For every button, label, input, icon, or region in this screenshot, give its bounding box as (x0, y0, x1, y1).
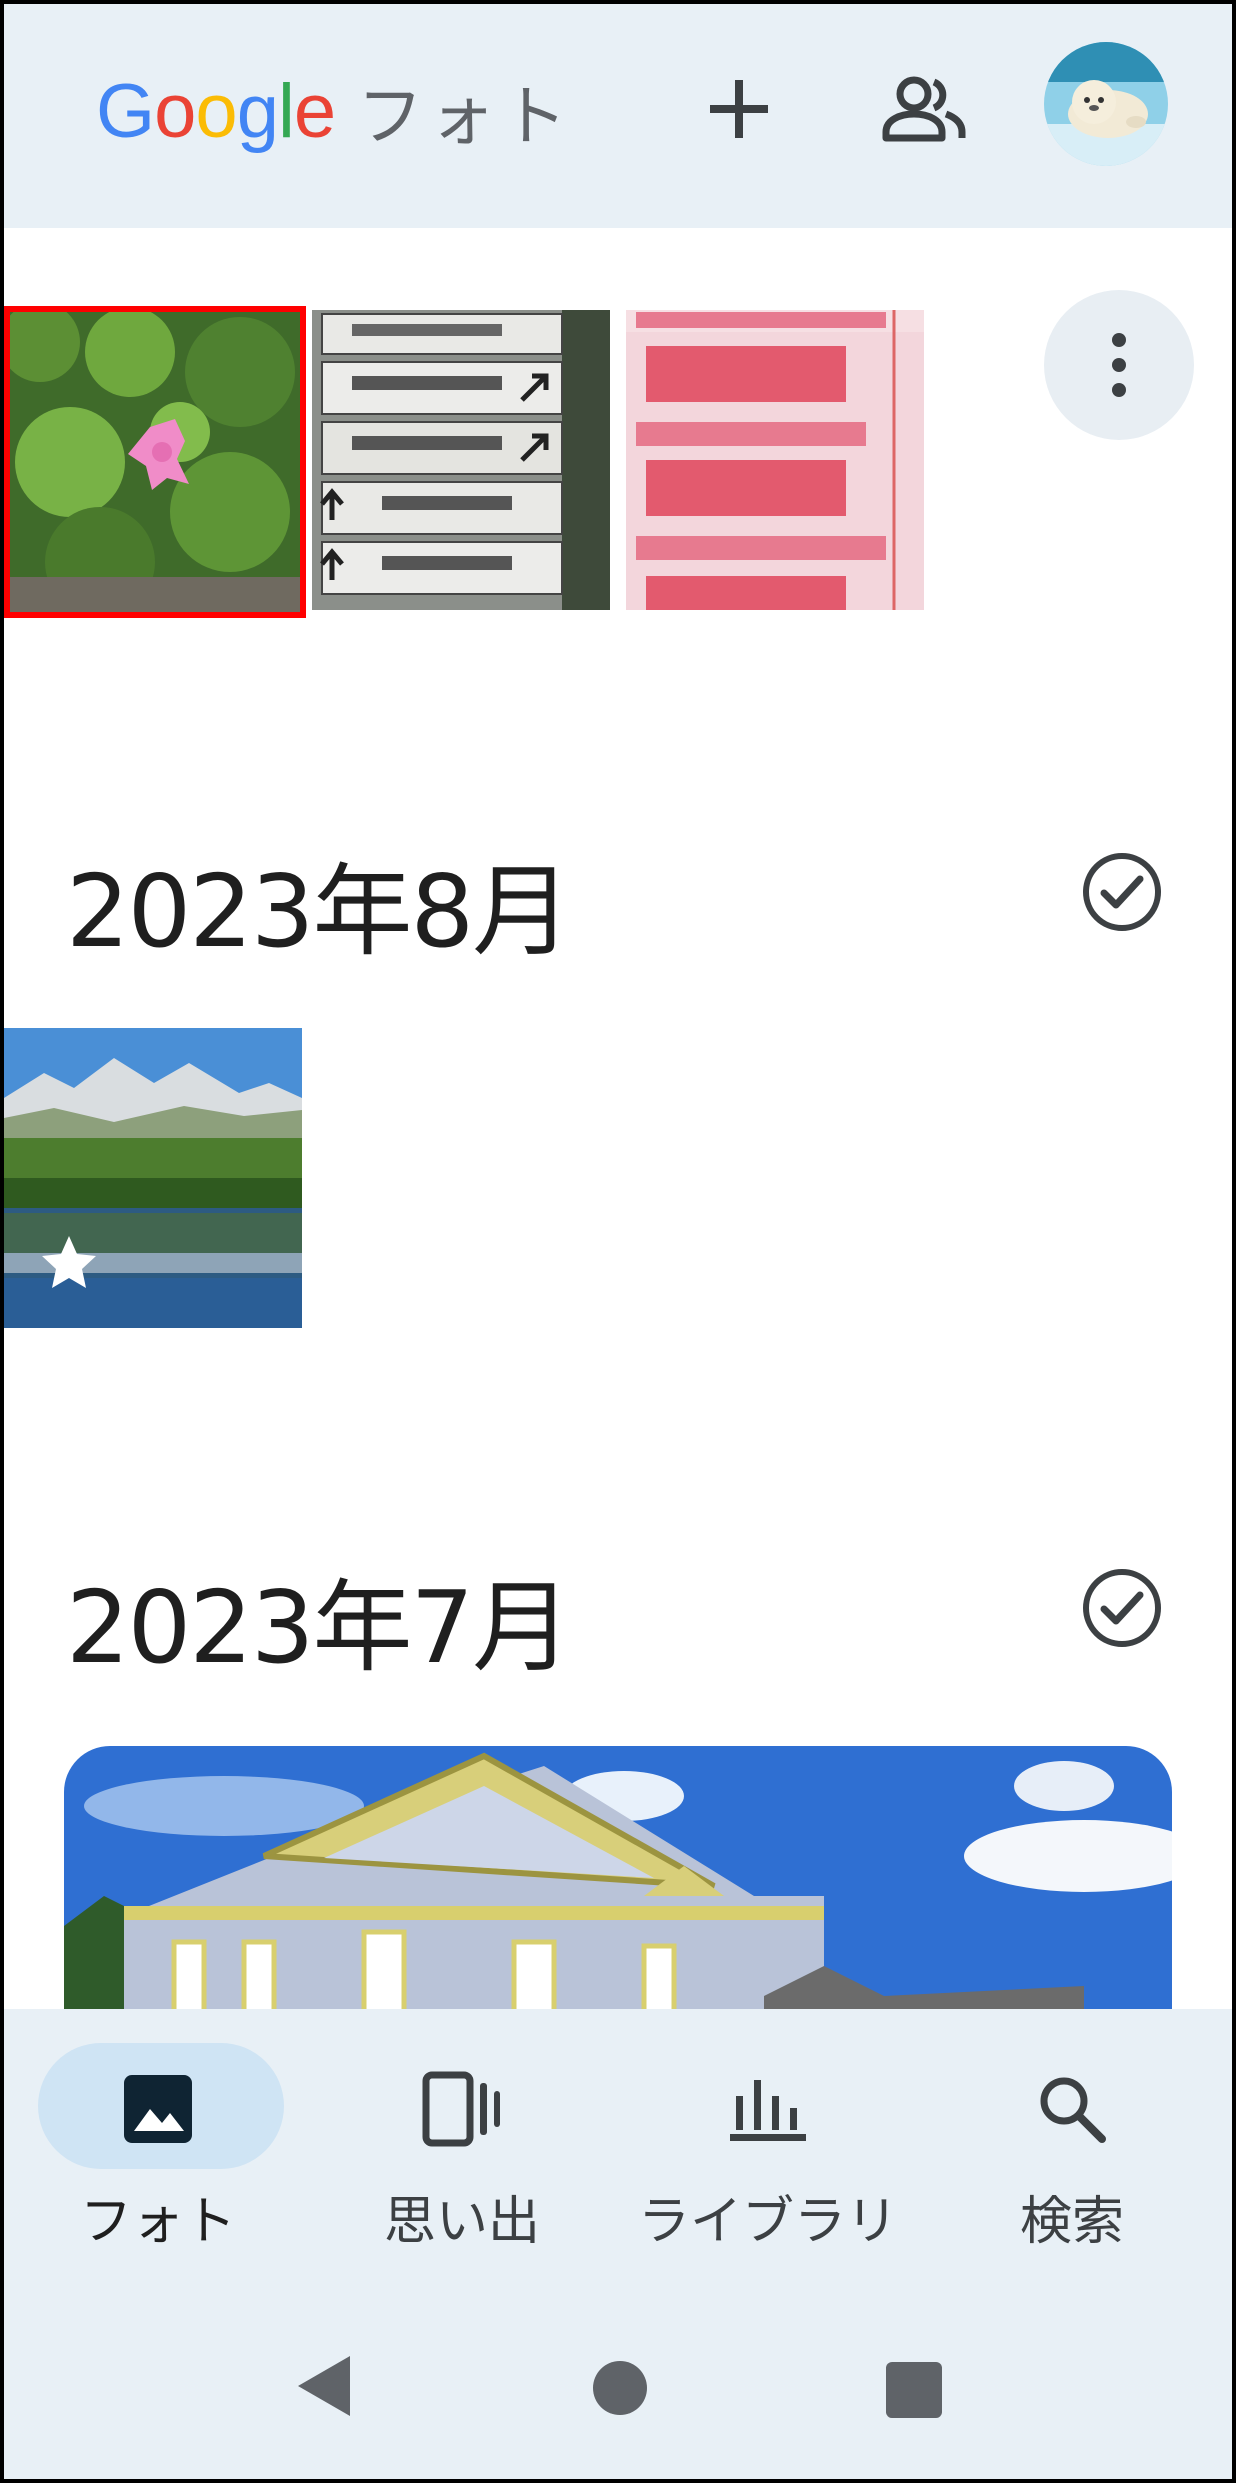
nav-tab-search[interactable]: 検索 (922, 2009, 1222, 2252)
month-heading: 2023年7月 (66, 1569, 572, 1686)
western-building-photo[interactable] (64, 1746, 1172, 2046)
check-circle-icon[interactable] (1080, 850, 1164, 934)
seal-avatar (1044, 42, 1168, 166)
photo-image (312, 310, 610, 610)
favorite-star-icon (42, 1236, 96, 1288)
memories-icon (420, 2067, 504, 2151)
nav-label: フォト (79, 2192, 236, 2252)
price-flyer-photo[interactable] (626, 310, 924, 610)
photo-image (626, 310, 924, 610)
logo-suffix: フォト (357, 78, 574, 155)
system-back-icon[interactable] (294, 2354, 354, 2418)
screen: G o o g l e フォト 2023年8月 2023年7月 フォト 思い出 … (4, 4, 1232, 2479)
more-vert-icon (1112, 333, 1126, 397)
nav-label: 検索 (1019, 2192, 1124, 2252)
shrine-signpost-photo[interactable] (312, 310, 610, 610)
nav-label: 思い出 (383, 2192, 540, 2252)
add-button[interactable] (684, 54, 794, 164)
system-recents-icon[interactable] (884, 2360, 944, 2420)
logo-letter: o (195, 68, 237, 154)
pink-azalea-photo[interactable] (4, 306, 306, 618)
month-heading: 2023年8月 (66, 853, 572, 970)
account-avatar[interactable] (1044, 42, 1168, 166)
logo-letter: G (96, 68, 155, 154)
people-icon (882, 76, 966, 142)
mountain-lake-photo[interactable] (4, 1028, 302, 1328)
nav-tab-library[interactable]: ライブラリ (618, 2009, 918, 2252)
nav-label: ライブラリ (637, 2192, 898, 2252)
app-header: G o o g l e フォト (4, 4, 1232, 228)
search-icon (1030, 2067, 1114, 2151)
library-icon (726, 2067, 810, 2151)
google-photos-logo: G o o g l e フォト (96, 66, 573, 156)
system-home-icon[interactable] (592, 2360, 648, 2416)
photo-image (64, 1746, 1172, 2046)
logo-letter: e (293, 68, 336, 154)
more-options-button[interactable] (1044, 290, 1194, 440)
nav-tab-photos[interactable]: フォト (8, 2009, 308, 2252)
logo-letter: g (236, 68, 279, 154)
sharing-button[interactable] (870, 54, 980, 164)
logo-letter: l (277, 68, 295, 154)
photo-icon (116, 2067, 200, 2151)
nav-tab-memories[interactable]: 思い出 (312, 2009, 612, 2252)
logo-letter: o (154, 68, 196, 154)
plus-icon (710, 80, 768, 138)
check-circle-icon[interactable] (1080, 1566, 1164, 1650)
photo-image (10, 312, 300, 612)
